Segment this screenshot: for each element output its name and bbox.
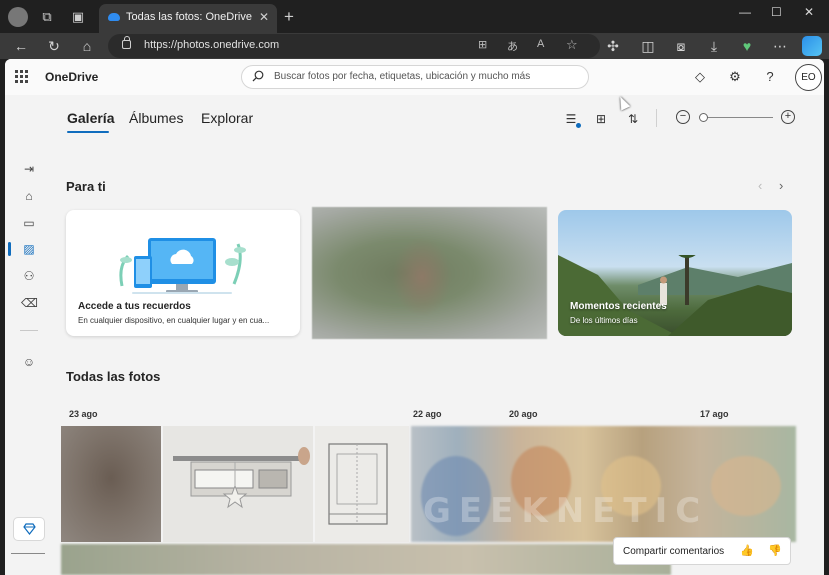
downloads-icon[interactable]: ⤓ <box>705 37 723 55</box>
active-tab-indicator <box>67 131 109 133</box>
app-brand[interactable]: OneDrive <box>45 70 98 84</box>
rail-home-icon[interactable]: ⌂ <box>21 188 37 204</box>
tab-title: Todas las fotos: OneDrive <box>126 11 252 23</box>
favorite-star-icon[interactable]: ☆ <box>566 37 578 53</box>
devices-illustration <box>119 238 246 294</box>
premium-button[interactable] <box>13 517 45 541</box>
workspaces-icon[interactable]: ⧉ <box>38 8 56 26</box>
zoom-slider-thumb[interactable] <box>699 113 708 122</box>
rail-people-icon[interactable]: ☺ <box>21 354 37 370</box>
onedrive-favicon-icon <box>108 13 120 21</box>
onedrive-app: OneDrive Buscar fotos por fecha, etiquet… <box>5 59 824 575</box>
address-bar[interactable]: https://photos.onedrive.com ⊞ あ A ☆ <box>108 34 600 58</box>
split-screen-icon[interactable]: ◫ <box>639 37 657 55</box>
tab-albumes[interactable]: Álbumes <box>129 110 183 126</box>
zoom-slider-track[interactable] <box>703 117 773 118</box>
previous-chevron-icon[interactable]: ‹ <box>758 178 762 193</box>
card-recent-moments-title: Momentos recientes <box>570 301 667 312</box>
rail-recycle-bin-icon[interactable]: ⌫ <box>21 295 38 311</box>
mouse-cursor-icon <box>615 94 631 111</box>
tab-actions-icon[interactable]: ▣ <box>69 8 87 26</box>
refresh-icon[interactable]: ↻ <box>45 37 63 55</box>
toolbar-divider <box>656 109 657 127</box>
back-arrow-icon[interactable]: ← <box>12 37 30 55</box>
layout-grid-icon[interactable]: ⊞ <box>593 111 609 127</box>
settings-gear-icon[interactable]: ⚙ <box>727 69 743 85</box>
tab-explorar[interactable]: Explorar <box>201 110 253 126</box>
close-tab-icon[interactable]: ✕ <box>259 10 269 24</box>
copilot-icon[interactable] <box>802 36 822 56</box>
zoom-in-icon[interactable]: + <box>781 110 795 124</box>
feedback-bar: Compartir comentarios 👍 👎 <box>613 537 791 565</box>
read-aloud-icon[interactable]: A <box>537 38 544 50</box>
card-memories-title: Accede a tus recuerdos <box>78 301 191 312</box>
next-chevron-icon[interactable]: › <box>779 178 783 193</box>
premium-diamond-icon[interactable]: ◇ <box>692 69 708 85</box>
date-label: 23 ago <box>69 409 98 419</box>
browser-tab-bar: ⧉ ▣ Todas las fotos: OneDrive ✕ + — ☐ ✕ <box>0 0 829 33</box>
collapse-nav-icon[interactable]: ⇥ <box>21 161 37 177</box>
minimize-icon[interactable]: — <box>739 5 751 19</box>
card-blurred-photo[interactable] <box>312 207 547 339</box>
app-header: OneDrive Buscar fotos por fecha, etiquet… <box>5 59 824 95</box>
more-menu-icon[interactable]: ⋯ <box>771 37 789 55</box>
feedback-label[interactable]: Compartir comentarios <box>623 546 724 557</box>
new-tab-button[interactable]: + <box>284 7 294 27</box>
all-photos-heading: Todas las fotos <box>66 369 161 384</box>
rail-files-folder-icon[interactable]: ▭ <box>21 215 37 231</box>
date-label: 22 ago <box>413 409 442 419</box>
home-icon[interactable]: ⌂ <box>78 37 96 55</box>
search-icon <box>252 70 264 82</box>
browser-essentials-icon[interactable]: ♥ <box>738 37 756 55</box>
rail-bottom-line <box>11 553 45 554</box>
sort-icon[interactable]: ⇅ <box>625 111 641 127</box>
profile-avatar[interactable] <box>8 7 28 27</box>
search-placeholder: Buscar fotos por fecha, etiquetas, ubica… <box>274 71 531 82</box>
electrical-panel-image <box>173 447 310 509</box>
para-ti-heading: Para ti <box>66 179 106 194</box>
card-recent-moments-subtitle: De los últimos días <box>570 316 638 325</box>
thumbs-up-icon[interactable]: 👍 <box>740 544 754 558</box>
photo-thumbnail-electrical-panel[interactable] <box>163 426 313 542</box>
app-launcher-icon[interactable] <box>15 70 28 83</box>
extensions-icon[interactable]: ✣ <box>604 37 622 55</box>
floor-plan-sketch-image <box>328 443 388 525</box>
avatar[interactable]: EO <box>795 64 822 91</box>
photo-row-partial[interactable] <box>61 544 671 575</box>
card-memories[interactable]: Accede a tus recuerdos En cualquier disp… <box>66 210 300 336</box>
rail-shared-people-icon[interactable]: ⚇ <box>21 268 37 284</box>
lock-icon <box>122 36 131 49</box>
zoom-out-icon[interactable]: − <box>676 110 690 124</box>
card-recent-moments[interactable]: Momentos recientes De los últimos días <box>558 210 792 336</box>
browser-nav-bar: ← ↻ ⌂ https://photos.onedrive.com ⊞ あ A … <box>0 33 829 59</box>
rail-divider <box>20 330 38 331</box>
search-input[interactable]: Buscar fotos por fecha, etiquetas, ubica… <box>241 65 589 89</box>
app-available-icon[interactable]: ⊞ <box>478 38 487 51</box>
collections-icon[interactable]: ⧇ <box>672 37 690 55</box>
photo-thumbnail[interactable] <box>61 426 161 542</box>
card-memories-subtitle: En cualquier dispositivo, en cualquier l… <box>78 316 270 325</box>
photo-thumbnail-sketch[interactable] <box>315 426 409 542</box>
maximize-icon[interactable]: ☐ <box>771 5 782 19</box>
date-label: 20 ago <box>509 409 538 419</box>
diamond-icon <box>23 523 36 535</box>
help-icon[interactable]: ? <box>762 69 778 85</box>
date-label: 17 ago <box>700 409 729 419</box>
rail-active-indicator <box>8 242 11 256</box>
translate-icon[interactable]: あ <box>507 38 518 54</box>
watermark: GEEKNETIC <box>423 491 709 531</box>
thumbs-down-icon[interactable]: 👎 <box>768 544 782 558</box>
close-window-icon[interactable]: ✕ <box>804 5 814 19</box>
tab-galeria[interactable]: Galería <box>67 110 114 126</box>
rail-photos-icon[interactable]: ▨ <box>21 241 37 257</box>
filter-active-dot <box>576 123 581 128</box>
url-text: https://photos.onedrive.com <box>144 39 280 51</box>
browser-tab-active[interactable]: Todas las fotos: OneDrive ✕ <box>99 4 277 33</box>
